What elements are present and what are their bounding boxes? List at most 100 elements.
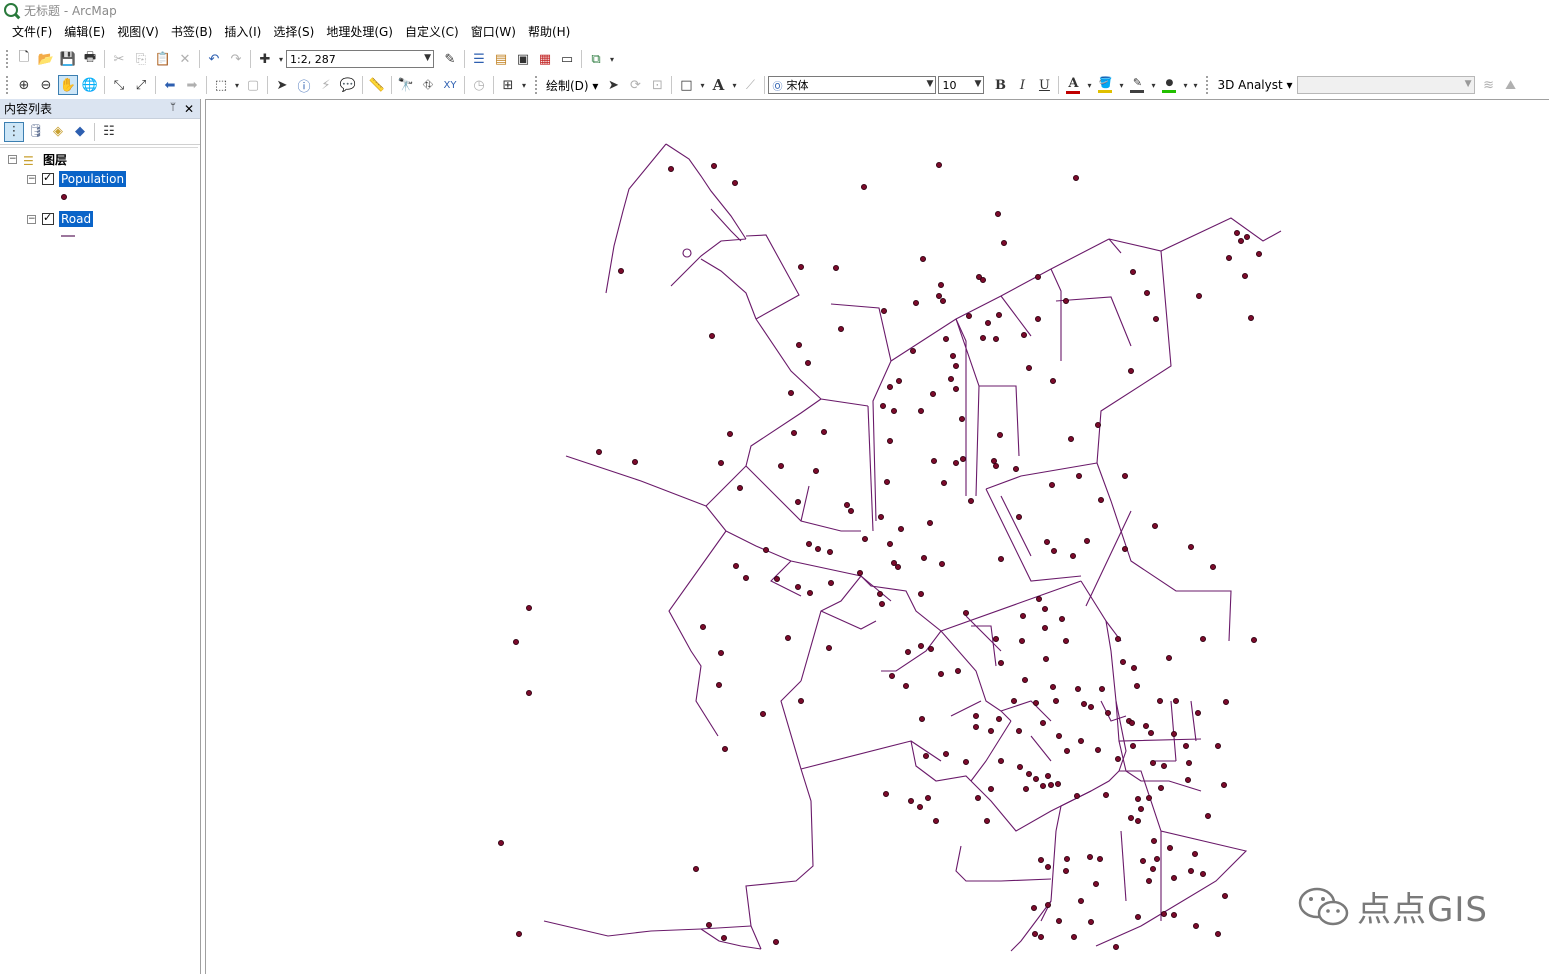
contour-tool-icon[interactable]: ≋ — [1479, 75, 1499, 95]
map-canvas[interactable] — [206, 100, 1549, 975]
text-dropdown-icon[interactable]: ▾ — [730, 75, 738, 95]
pan-hand-icon[interactable]: ✋ — [58, 75, 78, 95]
rectangle-icon[interactable]: □ — [676, 75, 696, 95]
options-icon[interactable]: ☷ — [99, 122, 119, 142]
menu-view[interactable]: 视图(V) — [111, 21, 165, 43]
select-elements-icon[interactable]: ➤ — [603, 75, 623, 95]
layer-name[interactable]: Population — [59, 171, 127, 187]
fixed-zoom-in-icon[interactable]: ⤡ — [109, 75, 129, 95]
select-features-icon[interactable]: ⬚ — [211, 75, 231, 95]
fill-color-dropdown-icon[interactable]: ▾ — [1117, 75, 1125, 95]
map-scale-combo[interactable]: 1:2, 287 ▼ — [286, 50, 434, 68]
layer-row-population[interactable]: − Population — [27, 171, 127, 187]
undo-icon[interactable]: ↶ — [204, 49, 224, 69]
list-by-drawing-order-icon[interactable]: ⋮ — [4, 121, 24, 142]
toolbar-grip[interactable] — [535, 76, 538, 94]
font-color-button[interactable]: A — [1063, 75, 1083, 95]
pin-icon[interactable]: ᛘ — [170, 102, 176, 116]
new-document-icon[interactable]: 🗋 — [14, 49, 34, 69]
font-name-combo[interactable]: Ⓞ 宋体 ▼ — [768, 76, 937, 94]
bold-button[interactable]: B — [990, 75, 1010, 95]
create-viewer-window-icon[interactable]: ⊞ — [498, 75, 518, 95]
layer-symbol-road[interactable] — [60, 234, 76, 238]
add-data-dropdown-icon[interactable]: ▾ — [277, 49, 285, 69]
menu-insert[interactable]: 插入(I) — [218, 21, 267, 43]
line-color-dropdown-icon[interactable]: ▾ — [1149, 75, 1157, 95]
go-back-icon[interactable]: ⬅ — [160, 75, 180, 95]
select-features-dropdown-icon[interactable]: ▾ — [233, 75, 241, 95]
3d-analyst-menu[interactable]: 3D Analyst ▾ — [1213, 78, 1296, 92]
steepest-path-icon[interactable]: ⛰ — [1501, 75, 1521, 95]
full-extent-globe-icon[interactable]: 🌐 — [80, 75, 100, 95]
html-popup-icon[interactable]: 💬 — [338, 75, 358, 95]
find-route-icon[interactable]: ⛗ — [418, 75, 438, 95]
menu-selection[interactable]: 选择(S) — [267, 21, 320, 43]
menu-geoprocessing[interactable]: 地理处理(G) — [320, 21, 399, 43]
list-by-visibility-icon[interactable]: ◈ — [48, 122, 68, 142]
save-icon[interactable]: 💾 — [58, 49, 78, 69]
fixed-zoom-out-icon[interactable]: ⤢ — [131, 75, 151, 95]
zoom-out-icon[interactable]: ⊖ — [36, 75, 56, 95]
close-icon[interactable]: ✕ — [184, 102, 194, 116]
toolbar-grip[interactable] — [6, 76, 9, 94]
go-to-xy-icon[interactable]: XY — [440, 75, 460, 95]
layer-group-row[interactable]: − ☰ 图层 — [8, 151, 67, 168]
menu-edit[interactable]: 编辑(E) — [58, 21, 111, 43]
toolbar-grip[interactable] — [1206, 76, 1209, 94]
menu-windows[interactable]: 窗口(W) — [465, 21, 522, 43]
cut-icon[interactable]: ✂ — [109, 49, 129, 69]
list-by-selection-icon[interactable]: ◆ — [70, 122, 90, 142]
select-elements-arrow-icon[interactable]: ➤ — [272, 75, 292, 95]
menu-help[interactable]: 帮助(H) — [522, 21, 576, 43]
layer-name[interactable]: Road — [59, 211, 94, 227]
font-color-dropdown-icon[interactable]: ▾ — [1085, 75, 1093, 95]
fill-color-button[interactable]: 🪣 — [1095, 75, 1115, 95]
model-builder-icon[interactable]: ⧉ — [586, 49, 606, 69]
paste-icon[interactable]: 📋 — [153, 49, 173, 69]
add-data-icon[interactable]: ✚ — [255, 49, 275, 69]
collapse-icon[interactable]: − — [27, 214, 36, 224]
rotate-icon[interactable]: ⟳ — [625, 75, 645, 95]
layer-row-road[interactable]: − Road — [27, 211, 94, 227]
marker-color-dropdown-icon[interactable]: ▾ — [1181, 75, 1189, 95]
arctoolbox-icon[interactable]: ▦ — [535, 49, 555, 69]
toolbar-options-icon[interactable]: ▾ — [520, 75, 528, 95]
layer-visibility-checkbox[interactable] — [42, 211, 54, 225]
clear-selection-icon[interactable]: ▢ — [243, 75, 263, 95]
zoom-in-icon[interactable]: ⊕ — [14, 75, 34, 95]
hyperlink-icon[interactable]: ⚡ — [316, 75, 336, 95]
editor-toolbar-icon[interactable]: ✎ — [440, 49, 460, 69]
layer-visibility-checkbox[interactable] — [42, 171, 54, 185]
italic-button[interactable]: I — [1012, 75, 1032, 95]
toolbar-options-icon[interactable]: ▾ — [1191, 75, 1199, 95]
line-color-button[interactable]: ✎ — [1127, 75, 1147, 95]
find-binoculars-icon[interactable]: 🔭 — [396, 75, 416, 95]
menu-bookmarks[interactable]: 书签(B) — [165, 21, 219, 43]
edit-vertices-icon[interactable]: ⟋ — [740, 75, 760, 95]
list-by-source-icon[interactable]: 🛢 — [26, 122, 46, 142]
catalog-icon[interactable]: ▤ — [491, 49, 511, 69]
marker-color-button[interactable]: ● — [1159, 75, 1179, 95]
collapse-icon[interactable]: − — [27, 174, 36, 184]
3d-analyst-layer-combo[interactable]: ▼ — [1296, 76, 1475, 94]
menu-file[interactable]: 文件(F) — [6, 21, 58, 43]
redo-icon[interactable]: ↷ — [226, 49, 246, 69]
delete-icon[interactable]: ✕ — [175, 49, 195, 69]
copy-icon[interactable]: ⎘ — [131, 49, 151, 69]
measure-icon[interactable]: 📏 — [367, 75, 387, 95]
open-folder-icon[interactable]: 📂 — [36, 49, 56, 69]
text-tool-icon[interactable]: A — [708, 75, 728, 95]
go-forward-icon[interactable]: ➡ — [182, 75, 202, 95]
underline-button[interactable]: U — [1034, 75, 1054, 95]
table-of-contents-icon[interactable]: ☰ — [469, 49, 489, 69]
identify-icon[interactable]: ⓘ — [294, 75, 314, 95]
zoom-to-elements-icon[interactable]: ⊡ — [647, 75, 667, 95]
rectangle-dropdown-icon[interactable]: ▾ — [698, 75, 706, 95]
toolbar-options-icon[interactable]: ▾ — [608, 49, 616, 69]
python-window-icon[interactable]: ▭ — [557, 49, 577, 69]
layer-symbol-population[interactable] — [60, 193, 68, 201]
time-slider-icon[interactable]: ◷ — [469, 75, 489, 95]
drawing-menu[interactable]: 绘制(D) ▾ — [542, 77, 602, 94]
toolbar-grip[interactable] — [6, 50, 9, 68]
search-window-icon[interactable]: ▣ — [513, 49, 533, 69]
